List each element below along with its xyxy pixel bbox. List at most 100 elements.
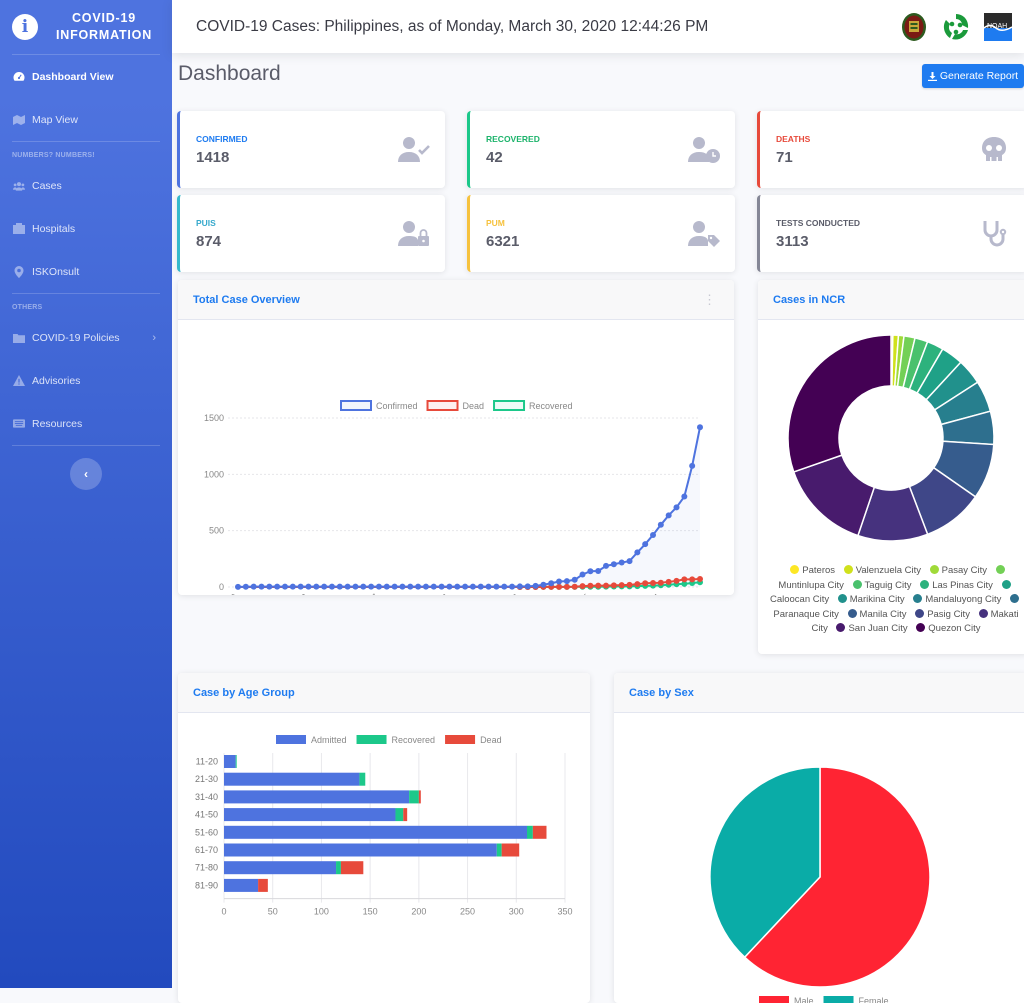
legend-item[interactable]: Pasay City	[924, 565, 987, 576]
legend-label: Valenzuela City	[855, 565, 921, 576]
legend-swatch	[759, 996, 789, 1003]
legend-label: Manila City	[859, 608, 907, 620]
data-point	[587, 582, 594, 589]
generate-report-label: Generate Report	[939, 70, 1019, 82]
legend-item[interactable]: Pateros	[784, 565, 835, 576]
line-chart: Confirmed Dead Recovered 0 500 1000 1500 Jan 30…	[204, 400, 703, 595]
stat-label: PUM	[486, 218, 505, 228]
data-point	[391, 583, 398, 590]
legend-item[interactable]: San Juan City	[830, 623, 908, 634]
chevron-left-icon: ‹	[84, 467, 88, 481]
card-title: Cases in NCR	[773, 293, 846, 306]
up-seal-logo[interactable]	[898, 11, 930, 43]
map-icon	[13, 114, 25, 126]
sidebar: i COVID-19 INFORMATION Dashboard View Ma…	[0, 0, 172, 988]
legend-label: Muntinlupa City	[778, 579, 844, 591]
sidebar-item-map-view[interactable]: Map View	[0, 98, 172, 141]
data-point	[697, 576, 703, 583]
noah-logo[interactable]: NOAH	[982, 11, 1014, 43]
x-tick-label: 150	[363, 907, 378, 917]
sidebar-item-label: Map View	[32, 113, 78, 126]
stat-value: 71	[776, 149, 793, 166]
stat-label: RECOVERED	[486, 134, 540, 144]
sidebar-item-dashboard-view[interactable]: Dashboard View	[0, 55, 172, 98]
data-point	[485, 583, 492, 590]
data-point	[446, 583, 453, 590]
legend-dot	[929, 565, 939, 574]
legend-swatch	[445, 735, 476, 744]
bar-segment	[501, 843, 520, 857]
sidebar-item-iskonsult[interactable]: ISKOnsult	[0, 250, 172, 293]
info-icon: i	[12, 14, 38, 40]
bar-segment	[224, 772, 360, 786]
case-by-age-group-card: Case by Age Group Admitted Recovered Dead 0…	[178, 673, 590, 1003]
more-options-icon[interactable]: ⋮	[703, 292, 716, 308]
bar-segment	[409, 790, 419, 804]
legend-item[interactable]: Valenzuela City	[838, 565, 921, 576]
stat-card-puis: PUIS 874	[177, 195, 445, 272]
data-point	[368, 583, 375, 590]
stat-card-pum: PUM 6321	[467, 195, 735, 272]
dost-logo[interactable]	[940, 11, 972, 43]
legend-dot	[837, 594, 847, 604]
legend-item[interactable]: Mandaluyong City	[907, 594, 1001, 605]
data-point	[618, 582, 625, 589]
sidebar-item-label: Advisories	[32, 374, 81, 387]
legend-label: Las Pinas City	[932, 579, 993, 591]
legend-dot	[916, 623, 926, 633]
data-point	[571, 576, 578, 583]
data-point	[563, 583, 570, 590]
data-point	[689, 576, 696, 583]
legend-label: Female	[859, 996, 889, 1003]
data-point	[501, 583, 508, 590]
sidebar-item-label: Cases	[32, 179, 62, 192]
sidebar-item-resources[interactable]: Resources	[0, 402, 172, 445]
legend-label: Paranaque City	[773, 608, 839, 620]
bar-segment	[224, 755, 236, 768]
sidebar-brand[interactable]: i COVID-19 INFORMATION	[0, 0, 172, 54]
data-point	[532, 582, 539, 589]
data-point	[407, 583, 414, 590]
svg-text:NOAH: NOAH	[987, 23, 1007, 30]
generate-report-button[interactable]: Generate Report	[922, 64, 1024, 88]
stat-card-recovered: RECOVERED 42	[467, 111, 735, 188]
x-tick-label: 350	[557, 907, 572, 917]
x-tick-label: Mar 06	[496, 592, 522, 595]
sidebar-heading-others: OTHERS	[12, 304, 43, 311]
legend-dot	[920, 579, 930, 589]
legend-item[interactable]: Las Pinas City	[914, 579, 993, 591]
sidebar-item-hospitals[interactable]: Hospitals	[0, 207, 172, 250]
data-point	[493, 583, 500, 590]
sidebar-item-advisories[interactable]: Advisories	[0, 359, 172, 402]
data-point	[422, 583, 429, 590]
data-point	[618, 559, 625, 566]
bar-segment	[418, 790, 421, 804]
sidebar-item-cases[interactable]: Cases	[0, 164, 172, 207]
data-point	[352, 583, 359, 590]
bar-segment	[496, 843, 502, 857]
stat-card-tests-conducted: TESTS CONDUCTED 3113	[757, 195, 1024, 272]
stat-label: DEATHS	[776, 134, 811, 144]
legend-item[interactable]: Pasig City	[909, 608, 970, 620]
data-point	[626, 581, 633, 588]
legend-item[interactable]: Taguig City	[847, 579, 912, 591]
data-point	[383, 583, 390, 590]
data-point	[579, 583, 586, 590]
bar-segment	[527, 825, 533, 839]
data-point	[454, 583, 461, 590]
legend-label: Quezon City	[928, 623, 981, 635]
warning-icon	[13, 375, 25, 387]
x-tick-label: Mar 24	[637, 592, 663, 595]
legend-item[interactable]: Marikina City	[832, 594, 905, 605]
data-point	[556, 578, 563, 585]
bar-segment	[224, 790, 410, 804]
brand-title-line1: COVID-19	[71, 11, 137, 25]
data-point	[665, 512, 672, 519]
sidebar-item-covid-policies[interactable]: COVID-19 Policies ›	[0, 316, 172, 359]
legend-dot	[1010, 594, 1019, 604]
stat-value: 6321	[486, 233, 520, 250]
legend-item[interactable]: Manila City	[842, 608, 907, 620]
sidebar-toggle-button[interactable]: ‹	[70, 458, 102, 490]
data-point	[563, 578, 570, 585]
legend-item[interactable]: Quezon City	[910, 623, 981, 635]
